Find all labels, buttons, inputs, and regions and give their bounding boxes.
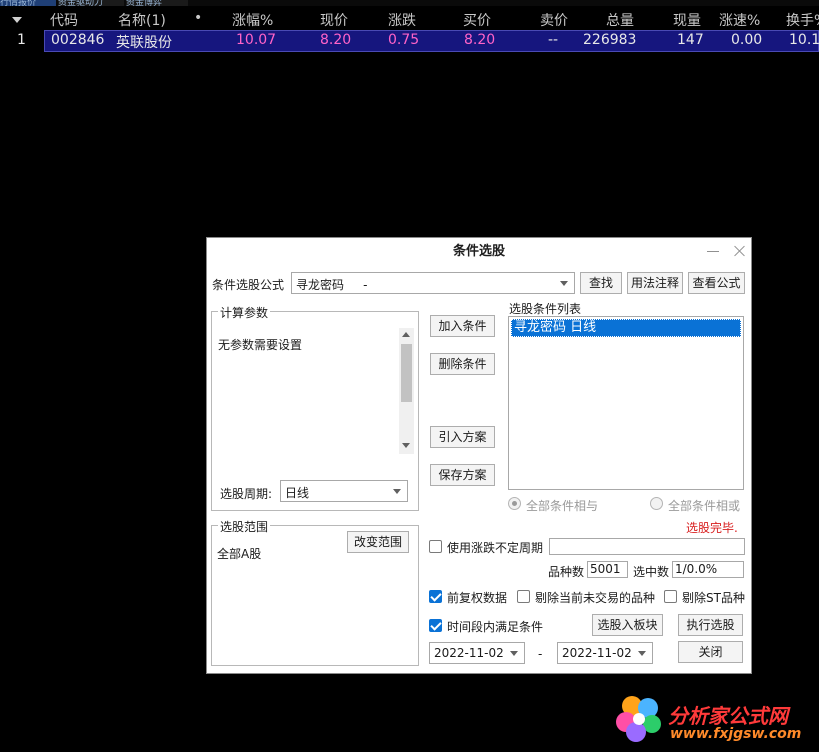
exclude-st-checkbox[interactable] <box>664 590 677 603</box>
time-range-checkbox[interactable] <box>429 619 442 632</box>
status-text: 选股完毕. <box>686 521 738 535</box>
cell-ask: -- <box>548 32 559 48</box>
cell-code: 002846 <box>51 32 105 48</box>
cell-speed: 0.00 <box>731 32 763 48</box>
header-bid[interactable]: 买价 <box>463 10 491 30</box>
chevron-down-icon <box>560 281 568 286</box>
formula-value: 寻龙密码 - <box>296 278 368 292</box>
header-turnover[interactable]: 换手% <box>786 10 819 30</box>
use-period-checkbox[interactable] <box>429 540 442 553</box>
cell-name: 英联股份 <box>116 35 172 51</box>
usage-notes-button[interactable]: 用法注释 <box>627 272 683 294</box>
selected-value: 1/0.0% <box>672 561 744 578</box>
cell-cur-volume: 147 <box>677 32 704 48</box>
watermark-url: www.fxjgsw.com <box>670 726 802 742</box>
watermark-title: 分析家公式网 <box>668 704 788 728</box>
date-from-value: 2022-11-02 <box>434 646 504 660</box>
range-group-title: 选股范围 <box>218 518 271 535</box>
period-select[interactable]: 日线 <box>280 480 408 502</box>
header-change[interactable]: 涨跌 <box>388 10 416 30</box>
change-range-button[interactable]: 改变范围 <box>347 531 409 553</box>
import-scheme-button[interactable]: 引入方案 <box>430 426 495 448</box>
adjust-checkbox[interactable] <box>429 590 442 603</box>
cell-change-pct: 10.07 <box>236 32 277 48</box>
date-from-select[interactable]: 2022-11-02 <box>429 642 525 664</box>
scroll-down-icon[interactable] <box>402 443 410 448</box>
exclude-st-label: 剔除ST品种 <box>682 591 745 605</box>
list-item[interactable]: 寻龙密码 日线 <box>511 319 741 337</box>
formula-select[interactable]: 寻龙密码 - <box>291 272 575 294</box>
find-button[interactable]: 查找 <box>580 272 622 294</box>
date-to-value: 2022-11-02 <box>562 646 632 660</box>
close-button[interactable]: 关闭 <box>678 641 743 663</box>
flower-logo-icon <box>616 696 661 742</box>
header-volume[interactable]: 总量 <box>606 10 634 30</box>
chevron-down-icon <box>393 489 401 494</box>
add-condition-button[interactable]: 加入条件 <box>430 315 495 337</box>
watermark-logo: 分析家公式网 www.fxjgsw.com <box>612 692 817 748</box>
cell-turnover: 10.1 <box>789 32 819 48</box>
exclude-untraded-checkbox[interactable] <box>517 590 530 603</box>
sort-arrow-icon[interactable] <box>12 17 22 23</box>
radio-or[interactable] <box>650 497 663 510</box>
chevron-down-icon <box>510 651 518 656</box>
range-value: 全部A股 <box>217 547 262 561</box>
radio-and-label: 全部条件相与 <box>526 499 599 513</box>
cell-volume: 226983 <box>583 32 637 48</box>
header-code[interactable]: 代码 <box>50 10 78 30</box>
period-label: 选股周期: <box>220 487 273 501</box>
selected-label: 选中数 <box>633 565 670 579</box>
count-value: 5001 <box>587 561 628 578</box>
row-index: 1 <box>17 32 26 48</box>
to-block-button[interactable]: 选股入板块 <box>592 614 663 636</box>
cell-price: 8.20 <box>320 32 352 48</box>
header-name[interactable]: 名称(1) <box>118 10 166 30</box>
scroll-up-icon[interactable] <box>402 332 410 337</box>
header-speed[interactable]: 涨速% <box>719 10 760 30</box>
radio-and[interactable] <box>508 497 521 510</box>
header-change-pct[interactable]: 涨幅% <box>232 10 273 30</box>
header-cur-volume[interactable]: 现量 <box>673 10 701 30</box>
condition-stock-picker-dialog: 条件选股 条件选股公式 寻龙密码 - 查找 用法注释 查看公式 计算参数 无参数… <box>206 237 752 674</box>
exclude-untraded-label: 剔除当前未交易的品种 <box>535 591 656 605</box>
conditions-label: 选股条件列表 <box>509 302 582 316</box>
header-ask[interactable]: 卖价 <box>540 10 568 30</box>
chevron-down-icon <box>638 651 646 656</box>
minimize-icon[interactable] <box>707 251 719 252</box>
date-to-select[interactable]: 2022-11-02 <box>557 642 653 664</box>
period-value: 日线 <box>285 486 310 500</box>
cell-change: 0.75 <box>388 32 420 48</box>
formula-label: 条件选股公式 <box>212 278 285 292</box>
execute-button[interactable]: 执行选股 <box>678 614 743 636</box>
params-text: 无参数需要设置 <box>218 338 303 352</box>
range-group: 选股范围 全部A股 改变范围 <box>211 518 419 666</box>
period-input[interactable] <box>549 538 745 555</box>
save-scheme-button[interactable]: 保存方案 <box>430 464 495 486</box>
radio-or-label: 全部条件相或 <box>668 499 741 513</box>
adjust-label: 前复权数据 <box>447 591 508 605</box>
quote-table-header: 代码 名称(1) • 涨幅% 现价 涨跌 买价 卖价 总量 现量 涨速% 换手% <box>0 6 819 30</box>
params-scrollbar[interactable] <box>399 328 414 454</box>
view-formula-button[interactable]: 查看公式 <box>688 272 745 294</box>
scroll-thumb[interactable] <box>401 344 412 402</box>
time-range-label: 时间段内满足条件 <box>447 620 544 634</box>
close-icon[interactable] <box>733 244 747 258</box>
header-mark[interactable]: • <box>194 10 202 26</box>
cell-bid: 8.20 <box>464 32 496 48</box>
params-group: 计算参数 无参数需要设置 选股周期: 日线 <box>211 304 419 511</box>
params-group-title: 计算参数 <box>218 304 271 321</box>
conditions-list[interactable]: 寻龙密码 日线 <box>508 316 744 490</box>
header-price[interactable]: 现价 <box>320 10 348 30</box>
date-separator: - <box>538 647 543 661</box>
use-period-label: 使用涨跌不定周期 <box>447 541 544 555</box>
delete-condition-button[interactable]: 删除条件 <box>430 353 495 375</box>
dialog-title: 条件选股 <box>452 244 505 259</box>
table-row[interactable]: 1 002846 英联股份 10.07 8.20 0.75 8.20 -- 22… <box>0 30 819 52</box>
count-label: 品种数 <box>548 565 585 579</box>
